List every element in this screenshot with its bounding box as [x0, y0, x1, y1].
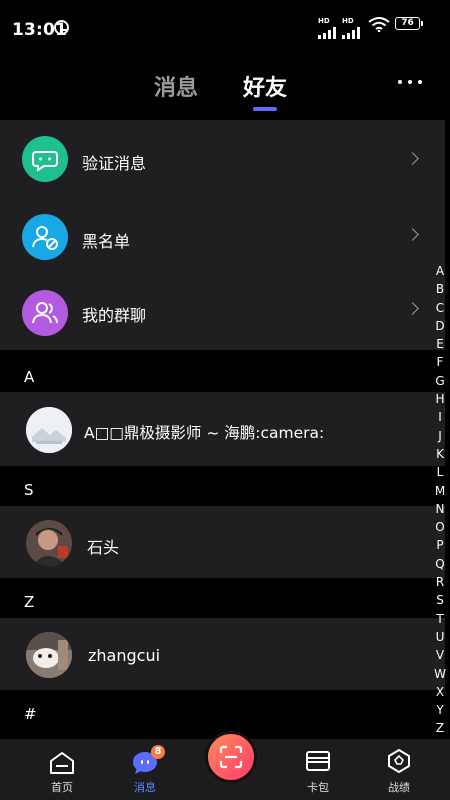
alphabet-letter[interactable]: L [430, 463, 450, 481]
alphabet-letter[interactable]: Y [430, 701, 450, 719]
avatar [26, 407, 72, 453]
alphabet-letter[interactable]: E [430, 335, 450, 353]
wallet-icon [306, 751, 330, 771]
section-header-z: Z [0, 578, 445, 618]
alphabet-letter[interactable]: W [430, 665, 450, 683]
alphabet-letter[interactable]: Q [430, 555, 450, 573]
menu-label: 我的群聊 [82, 306, 147, 325]
chevron-right-icon [406, 302, 419, 315]
menu-label: 验证消息 [82, 154, 147, 173]
alphabet-letter[interactable]: K [430, 445, 450, 463]
nav-label: 卡包 [307, 781, 329, 794]
tab-indicator [253, 107, 277, 111]
nav-home[interactable]: 首页 [27, 739, 97, 800]
alphabet-letter[interactable]: B [430, 280, 450, 298]
alphabet-index[interactable]: ABCDEFGHIJKLMNOPQRSTUVWXYZ [430, 262, 450, 738]
scan-icon [219, 745, 243, 769]
chat-bubble-icon [22, 136, 68, 182]
nav-messages[interactable]: 8 消息 [110, 739, 180, 800]
alphabet-letter[interactable]: H [430, 390, 450, 408]
chevron-right-icon [406, 152, 419, 165]
status-bar: 13:01 HD HD 76 [0, 0, 450, 52]
trophy-icon [388, 749, 410, 773]
contact-row[interactable]: 石头 [0, 506, 445, 578]
more-icon[interactable] [397, 74, 423, 88]
alphabet-letter[interactable]: U [430, 628, 450, 646]
blocked-user-icon [22, 214, 68, 260]
wifi-icon [368, 17, 390, 32]
contact-name: zhangcui [88, 646, 161, 665]
alphabet-letter[interactable]: G [430, 372, 450, 390]
avatar [26, 520, 72, 566]
alphabet-letter[interactable]: R [430, 573, 450, 591]
home-icon [50, 752, 74, 774]
alphabet-letter[interactable]: C [430, 299, 450, 317]
section-letter: # [24, 705, 37, 723]
alphabet-letter[interactable]: D [430, 317, 450, 335]
menu-label: 黑名单 [82, 232, 131, 251]
section-header-s: S [0, 466, 445, 506]
menu-verify-messages[interactable]: 验证消息 [0, 120, 445, 198]
alphabet-letter[interactable]: M [430, 482, 450, 500]
chevron-right-icon [406, 228, 419, 241]
contact-row[interactable]: zhangcui [0, 618, 445, 690]
hd-label: HD [318, 17, 330, 25]
nav-label: 战绩 [388, 781, 410, 794]
section-letter: S [24, 481, 34, 499]
alphabet-letter[interactable]: J [430, 427, 450, 445]
menu-my-groups[interactable]: 我的群聊 [0, 274, 445, 350]
contact-name: 石头 [87, 538, 120, 557]
top-tabs: 消息 好友 [0, 70, 450, 115]
contact-name: A□□鼎极摄影师 ~ 海鹏:camera: [84, 424, 325, 442]
nav-label: 首页 [51, 781, 73, 794]
group-icon [22, 290, 68, 336]
menu-blacklist[interactable]: 黑名单 [0, 198, 445, 274]
section-letter: A [24, 368, 35, 386]
nav-label: 消息 [134, 781, 156, 794]
alphabet-letter[interactable]: I [430, 408, 450, 426]
alphabet-letter[interactable]: T [430, 610, 450, 628]
alphabet-letter[interactable]: A [430, 262, 450, 280]
alphabet-letter[interactable]: N [430, 500, 450, 518]
unread-badge: 8 [151, 745, 165, 759]
section-letter: Z [24, 593, 35, 611]
alphabet-letter[interactable]: S [430, 591, 450, 609]
hd-label-2: HD [342, 17, 354, 25]
alphabet-letter[interactable]: V [430, 646, 450, 664]
alphabet-letter[interactable]: F [430, 353, 450, 371]
contact-row[interactable]: A□□鼎极摄影师 ~ 海鹏:camera: [0, 392, 445, 466]
alphabet-letter[interactable]: O [430, 518, 450, 536]
alphabet-letter[interactable]: P [430, 536, 450, 554]
avatar [26, 632, 72, 678]
tab-messages[interactable]: 消息 [154, 70, 198, 102]
section-header-a: A [0, 350, 445, 392]
alphabet-letter[interactable]: X [430, 683, 450, 701]
battery-icon: 76 [395, 17, 423, 30]
alarm-icon [54, 20, 69, 35]
nav-records[interactable]: 战绩 [364, 739, 434, 800]
scan-button[interactable] [205, 731, 257, 783]
alphabet-letter[interactable]: Z [430, 719, 450, 737]
tab-friends[interactable]: 好友 [243, 70, 287, 102]
nav-wallet[interactable]: 卡包 [283, 739, 353, 800]
